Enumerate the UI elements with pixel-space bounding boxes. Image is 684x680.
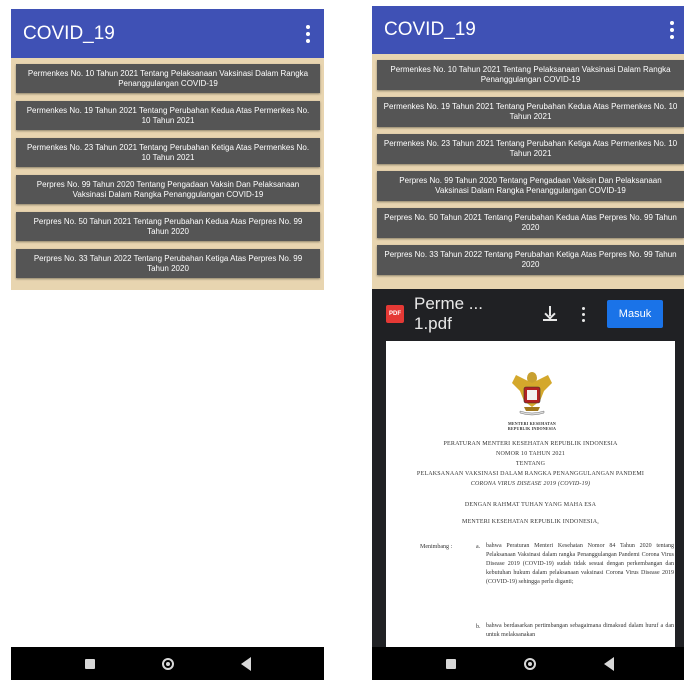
pdf-page[interactable]: MENTERI KESEHATAN REPUBLIK INDONESIA PER… — [386, 341, 675, 647]
list-item[interactable]: Permenkes No. 19 Tahun 2021 Tentang Peru… — [16, 101, 320, 130]
pdf-file-icon: PDF — [386, 305, 404, 323]
recents-icon[interactable] — [446, 658, 456, 669]
regulation-list: Permenkes No. 10 Tahun 2021 Tentang Pela… — [11, 58, 324, 290]
regulation-list: Permenkes No. 10 Tahun 2021 Tentang Pela… — [372, 54, 684, 289]
doc-menimbang-label: Menimbang : — [420, 544, 453, 550]
recents-icon[interactable] — [84, 658, 95, 669]
system-nav-bar — [372, 647, 684, 680]
phone-screen-pdf: COVID_19 Permenkes No. 10 Tahun 2021 Ten… — [372, 6, 684, 680]
pdf-more-icon[interactable] — [582, 306, 585, 322]
doc-clause-b: bahwa berdasarkan pertimbangan sebagaima… — [486, 623, 674, 638]
pdf-toolbar: PDF Perme ... 1.pdf Masuk — [372, 289, 684, 339]
download-icon[interactable] — [540, 304, 560, 324]
doc-heading-line: PELAKSANAAN VAKSINASI DALAM RANGKA PENAN… — [416, 471, 645, 477]
home-icon[interactable] — [161, 657, 174, 670]
system-nav-bar — [11, 647, 324, 680]
doc-heading-line: TENTANG — [515, 461, 546, 467]
home-icon[interactable] — [524, 657, 536, 670]
list-item[interactable]: Permenkes No. 10 Tahun 2021 Tentang Pela… — [16, 64, 320, 93]
list-item[interactable]: Perpres No. 50 Tahun 2021 Tentang Peruba… — [377, 208, 684, 238]
app-title: COVID_19 — [23, 22, 115, 44]
app-title: COVID_19 — [384, 19, 476, 40]
doc-point-a: a. — [476, 544, 481, 550]
list-item[interactable]: Perpres No. 99 Tahun 2020 Tentang Pengad… — [377, 171, 684, 201]
app-bar: COVID_19 — [372, 6, 684, 54]
list-item[interactable]: Permenkes No. 23 Tahun 2021 Tentang Peru… — [16, 138, 320, 167]
back-icon[interactable] — [604, 656, 614, 671]
list-item[interactable]: Perpres No. 99 Tahun 2020 Tentang Pengad… — [16, 175, 320, 204]
overflow-menu-icon[interactable] — [298, 24, 324, 43]
doc-heading-line: NOMOR 10 TAHUN 2021 — [495, 451, 566, 457]
overflow-menu-icon[interactable] — [662, 21, 684, 39]
doc-rahmat: DENGAN RAHMAT TUHAN YANG MAHA ESA — [464, 502, 597, 508]
doc-clause-a: bahwa Peraturan Menteri Kesehatan Nomor … — [486, 543, 674, 585]
list-item[interactable]: Permenkes No. 10 Tahun 2021 Tentang Pela… — [377, 60, 684, 90]
list-item[interactable]: Perpres No. 33 Tahun 2022 Tentang Peruba… — [16, 249, 320, 278]
list-item[interactable]: Permenkes No. 19 Tahun 2021 Tentang Peru… — [377, 97, 684, 127]
back-icon[interactable] — [240, 656, 251, 671]
list-item[interactable]: Permenkes No. 23 Tahun 2021 Tentang Peru… — [377, 134, 684, 164]
doc-menteri: MENTERI KESEHATAN REPUBLIK INDONESIA, — [462, 519, 599, 525]
list-item[interactable]: Perpres No. 33 Tahun 2022 Tentang Peruba… — [377, 245, 684, 275]
pdf-filename: Perme ... 1.pdf — [414, 294, 483, 333]
garuda-emblem-icon — [512, 372, 552, 416]
pdf-viewer: PDF Perme ... 1.pdf Masuk MENTERI KESEHA… — [372, 289, 684, 647]
app-bar: COVID_19 — [11, 9, 324, 58]
doc-heading-line: CORONA VIRUS DISEASE 2019 (COVID-19) — [470, 481, 591, 487]
doc-point-b: b. — [476, 624, 481, 630]
phone-screen-list: COVID_19 Permenkes No. 10 Tahun 2021 Ten… — [11, 9, 324, 680]
list-item[interactable]: Perpres No. 50 Tahun 2021 Tentang Peruba… — [16, 212, 320, 241]
emblem-caption: MENTERI KESEHATAN REPUBLIK INDONESIA — [507, 421, 557, 431]
sign-in-button[interactable]: Masuk — [607, 300, 663, 328]
doc-heading-line: PERATURAN MENTERI KESEHATAN REPUBLIK IND… — [443, 441, 618, 447]
